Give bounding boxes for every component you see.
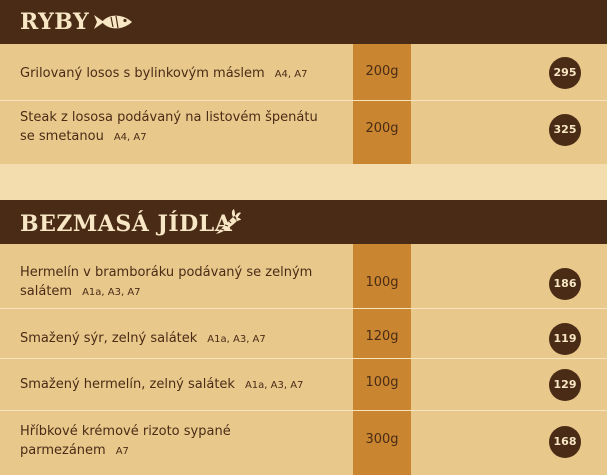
price-badge: 325 [549,114,581,146]
menu-page: RYBY Grilovaný losos s bylinkovým máslem… [0,0,607,475]
dish-name: Grilovaný losos s bylinkovým máslem A4, A… [20,66,308,81]
dish-weight: 200g [365,64,399,79]
list-item: Hříbkové krémové rizoto sypané parmezáne… [0,411,607,475]
carrot-icon [212,208,242,240]
dish-weight: 100g [365,275,399,290]
dish-weight: 200g [365,121,399,136]
list-item: Smažený hermelín, zelný salátek A1a, A3, … [0,359,607,411]
list-item: Grilovaný losos s bylinkovým máslem A4, A… [0,44,607,101]
section-header-ryby: RYBY [0,0,607,52]
allergen-codes: A1a, A3, A7 [244,380,304,391]
dish-name: Hříbkové krémové rizoto sypané parmezáne… [20,424,231,458]
dish-weight: 120g [365,329,399,344]
section-title: RYBY [20,9,90,35]
dish-name: Smažený hermelín, zelný salátek A1a, A3, … [20,377,304,392]
price-badge: 129 [549,369,581,401]
list-item: Hermelín v bramboráku podávaný se zelným… [0,244,607,309]
allergen-codes: A4, A7 [274,69,308,80]
allergen-codes: A7 [115,446,129,457]
price-badge: 295 [549,57,581,89]
price-badge: 168 [549,426,581,458]
price-badge: 186 [549,268,581,300]
dish-name: Steak z lososa podávaný na listovém špen… [20,110,318,144]
list-item: Smažený sýr, zelný salátek A1a, A3, A7 12… [0,309,607,359]
dish-weight: 100g [365,375,399,390]
allergen-codes: A1a, A3, A7 [207,334,266,345]
dish-name: Hermelín v bramboráku podávaný se zelným… [20,265,313,299]
dish-weight: 300g [365,432,399,447]
section-title: BEZMASÁ JÍDLA [20,211,233,237]
price-badge: 119 [549,323,581,355]
allergen-codes: A1a, A3, A7 [82,287,141,298]
dish-name: Smažený sýr, zelný salátek A1a, A3, A7 [20,331,266,346]
list-item: Steak z lososa podávaný na listovém špen… [0,101,607,164]
section-gap [0,164,607,200]
section-header-bezmasa: BEZMASÁ JÍDLA [0,200,607,252]
allergen-codes: A4, A7 [113,132,147,143]
fish-icon [92,12,134,36]
